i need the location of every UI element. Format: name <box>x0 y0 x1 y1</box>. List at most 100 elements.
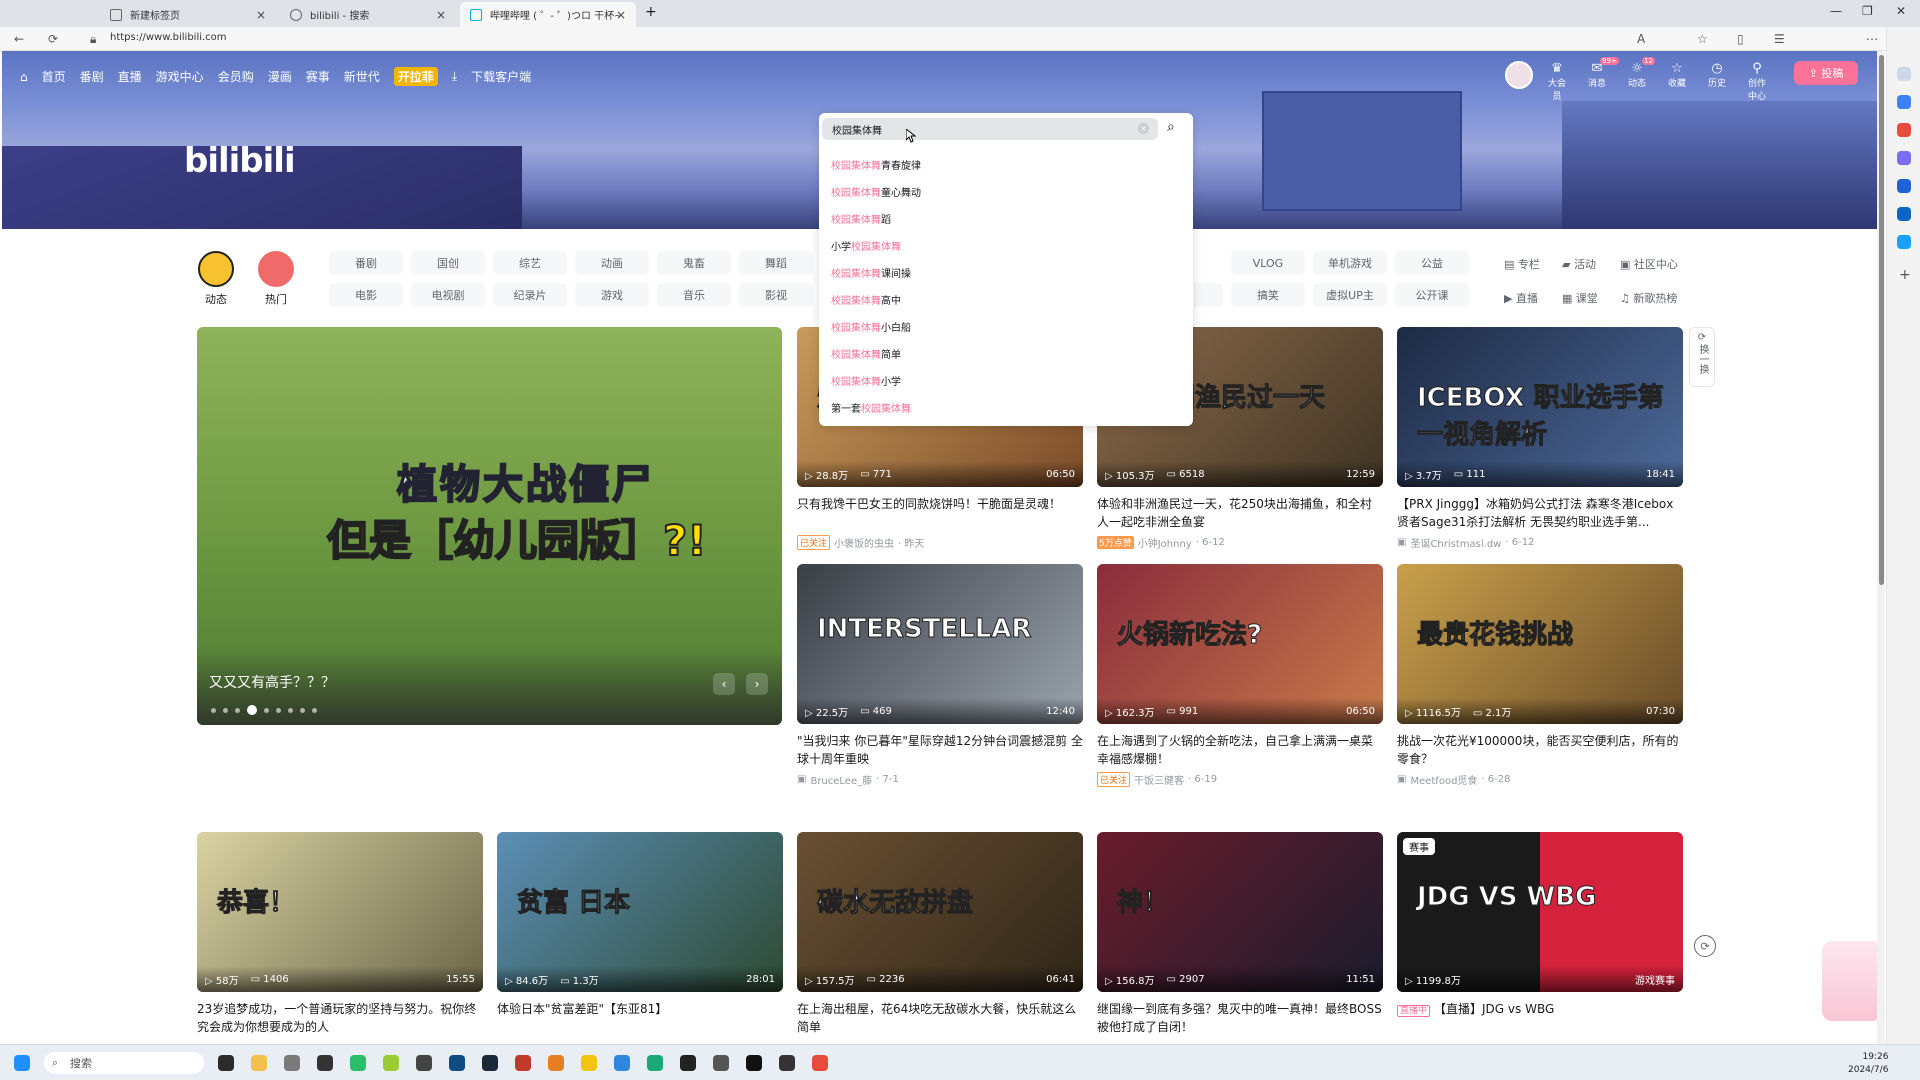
nav-mall[interactable]: 会员购 <box>218 68 254 85</box>
video-title[interactable]: 体验日本"贫富差距"【东亚81】 <box>497 1000 783 1036</box>
app-icon[interactable] <box>416 1055 432 1071</box>
system-clock[interactable]: 19:26 2024/7/6 <box>1848 1051 1888 1077</box>
link-classroom[interactable]: ▦ 课堂 <box>1562 290 1620 306</box>
channel-1-3[interactable]: 游戏 <box>575 283 649 307</box>
video-meta[interactable]: ▣ 圣诞Christmasl.dw · 6-12 <box>1397 535 1683 550</box>
video-title[interactable]: 挑战一次花光¥100000块，能否买空便利店，所有的零食？ <box>1397 732 1683 768</box>
maximize-button[interactable]: ❐ <box>1862 4 1873 18</box>
channel-0-5[interactable]: 舞蹈 <box>739 251 813 275</box>
video-card[interactable]: 贫富 日本 ▷ 84.6万 ▭ 1.3万 28:01 体验日本"贫富差距"【东亚81】 <box>497 832 783 1036</box>
app-icon[interactable] <box>746 1055 762 1071</box>
search-suggestion[interactable]: 校园集体舞 小学 <box>831 367 921 394</box>
carousel-prev-button[interactable]: ‹ <box>713 673 735 695</box>
close-icon[interactable]: × <box>616 8 626 22</box>
carousel-dot[interactable] <box>276 707 281 713</box>
read-aloud-icon[interactable]: A <box>1637 32 1645 46</box>
video-card[interactable]: INTERSTELLAR ▷ 22.5万 ▭ 469 12:40 "当我归来 你已暮年"… <box>797 564 1083 787</box>
sidebar-shopping-icon[interactable] <box>1897 123 1911 137</box>
video-card[interactable]: 碳水无敌拼盘 ▷ 157.5万 ▭ 2236 06:41 在上海出租屋，花64块吃无敌碳… <box>797 832 1083 1036</box>
sidebar-games-icon[interactable] <box>1897 179 1911 193</box>
clear-search-icon[interactable]: × <box>1138 123 1149 134</box>
sidebar-tools-icon[interactable] <box>1897 151 1911 165</box>
channel-1-5[interactable]: 影视 <box>739 283 813 307</box>
back-icon[interactable]: ← <box>14 32 24 46</box>
video-card[interactable]: 神！ ▷ 156.8万 ▭ 2907 11:51 继国缘一到底有多强？鬼灭中的唯一真神！… <box>1097 832 1383 1036</box>
video-title[interactable]: 23岁追梦成功，一个普通玩家的坚持与努力。祝你终究会成为你想要成为的人 <box>197 1000 483 1036</box>
nav-member[interactable]: ♛ 大会员 <box>1544 61 1570 102</box>
video-author[interactable]: 小钟Johnny <box>1138 535 1192 550</box>
nav-manga[interactable]: 漫画 <box>268 68 292 85</box>
close-icon[interactable]: × <box>256 8 266 22</box>
carousel-dot[interactable] <box>300 707 305 713</box>
nav-bangumi[interactable]: 番剧 <box>80 68 104 85</box>
video-meta[interactable]: 已关注 小褒饭的虫虫 · 昨天 <box>797 535 1083 550</box>
video-meta[interactable]: 已关注 干饭三健客 · 6-19 <box>1097 772 1383 787</box>
video-title[interactable]: 只有我馋干巴女王的同款烧饼吗！干脆面是灵魂！ <box>797 495 1083 531</box>
link-live[interactable]: ▶ 直播 <box>1504 290 1562 306</box>
nav-history[interactable]: ◷ 历史 <box>1704 61 1730 102</box>
channel-1-4[interactable]: 音乐 <box>657 283 731 307</box>
nav-creator[interactable]: ⚲ 创作中心 <box>1744 61 1770 102</box>
edge-icon[interactable] <box>647 1055 663 1071</box>
video-card[interactable]: 火锅新吃法? ▷ 162.3万 ▭ 991 06:50 在上海遇到了火锅的全新吃法，自己… <box>1097 564 1383 787</box>
nav-download[interactable]: 下载客户端 <box>471 68 531 85</box>
tab-search[interactable]: bilibili - 搜索 × <box>280 2 456 27</box>
carousel-dot[interactable] <box>211 707 216 713</box>
channel-0-12[interactable]: 单机游戏 <box>1313 251 1387 275</box>
entry-dynamic[interactable]: 动态 <box>196 251 236 307</box>
nav-match[interactable]: 赛事 <box>306 68 330 85</box>
nav-game[interactable]: 游戏中心 <box>156 68 204 85</box>
nav-live[interactable]: 直播 <box>118 68 142 85</box>
minimize-button[interactable]: — <box>1830 4 1842 18</box>
sidebar-copilot-icon[interactable] <box>1897 95 1911 109</box>
link-community[interactable]: ▣ 社区中心 <box>1620 256 1700 272</box>
scrollbar-thumb[interactable] <box>1879 55 1884 585</box>
app-icon[interactable] <box>713 1055 729 1071</box>
channel-1-13[interactable]: 公开课 <box>1395 283 1469 307</box>
app-icon[interactable] <box>581 1055 597 1071</box>
video-thumbnail[interactable]: JDG VS WBG 赛事 ▷ 1199.8万 游戏赛事 <box>1397 832 1683 992</box>
channel-0-0[interactable]: 番剧 <box>329 251 403 275</box>
video-title[interactable]: 【PRX Jinggg】冰箱奶妈公式打法 森寒冬港Iceboх贤者Sage31杀… <box>1397 495 1683 531</box>
sidebar-outlook-icon[interactable] <box>1897 207 1911 221</box>
app-icon[interactable] <box>614 1055 630 1071</box>
app-icon[interactable] <box>515 1055 531 1071</box>
channel-0-4[interactable]: 鬼畜 <box>657 251 731 275</box>
video-title[interactable]: 在上海出租屋，花64块吃无敌碳水大餐，快乐就这么简单 <box>797 1000 1083 1036</box>
steam-icon[interactable] <box>482 1055 498 1071</box>
video-meta[interactable]: ▣ BruceLee_藤 · 7-1 <box>797 772 1083 787</box>
tab-bilibili[interactable]: 哔哩哔哩 ( ゜- ゜)つロ 干杯~-bilibili × <box>460 2 636 27</box>
channel-1-2[interactable]: 纪录片 <box>493 283 567 307</box>
app-icon[interactable] <box>812 1055 828 1071</box>
mascot-widget[interactable] <box>1822 941 1882 1021</box>
sidebar-add-icon[interactable]: + <box>1899 267 1911 283</box>
channel-1-12[interactable]: 虚拟UP主 <box>1313 283 1387 307</box>
more-icon[interactable]: ⋯ <box>1866 32 1878 46</box>
windows-start-icon[interactable] <box>14 1055 30 1071</box>
channel-0-2[interactable]: 综艺 <box>493 251 567 275</box>
search-suggestion[interactable]: 校园集体舞 小白船 <box>831 313 921 340</box>
bilibili-logo[interactable]: bilibili <box>184 141 296 181</box>
video-title[interactable]: "当我归来 你已暮年"星际穿越12分钟台词震撼混剪 全球十周年重映 <box>797 732 1083 768</box>
video-card[interactable]: JDG VS WBG 赛事 ▷ 1199.8万 游戏赛事 直播中 【直播】JDG vs W… <box>1397 832 1683 1036</box>
close-icon[interactable]: × <box>436 8 446 22</box>
channel-1-0[interactable]: 电影 <box>329 283 403 307</box>
carousel-next-button[interactable]: › <box>746 673 768 695</box>
avatar[interactable] <box>1505 61 1533 89</box>
video-thumbnail[interactable]: 恭喜！ ▷ 58万 ▭ 1406 15:55 <box>197 832 483 992</box>
video-author[interactable]: Meetfood觅食 <box>1410 772 1477 787</box>
video-title[interactable]: 体验和非洲渔民过一天，花250块出海捕鱼，和全村人一起吃非洲全鱼宴 <box>1097 495 1383 531</box>
video-thumbnail[interactable]: INTERSTELLAR ▷ 22.5万 ▭ 469 12:40 <box>797 564 1083 724</box>
app-icon[interactable] <box>548 1055 564 1071</box>
video-card[interactable]: 恭喜！ ▷ 58万 ▭ 1406 15:55 23岁追梦成功，一个普通玩家的坚持与努力。… <box>197 832 483 1036</box>
video-title[interactable]: 在上海遇到了火锅的全新吃法，自己拿上满满一桌菜幸福感爆棚！ <box>1097 732 1383 768</box>
channel-0-3[interactable]: 动画 <box>575 251 649 275</box>
carousel-caption[interactable]: 又又又有高手？？？ <box>209 672 335 692</box>
nav-dynamic[interactable]: ☼ 动态 12 <box>1624 57 1655 102</box>
nav-badge[interactable]: 开拉菲 <box>393 67 438 86</box>
video-thumbnail[interactable]: 神！ ▷ 156.8万 ▭ 2907 11:51 <box>1097 832 1383 992</box>
upload-button[interactable]: ⇪ 投稿 <box>1794 61 1858 85</box>
video-thumbnail[interactable]: 碳水无敌拼盘 ▷ 157.5万 ▭ 2236 06:41 <box>797 832 1083 992</box>
search-input[interactable]: 校园集体舞 <box>822 118 1158 140</box>
video-author[interactable]: BruceLee_藤 <box>810 772 872 787</box>
